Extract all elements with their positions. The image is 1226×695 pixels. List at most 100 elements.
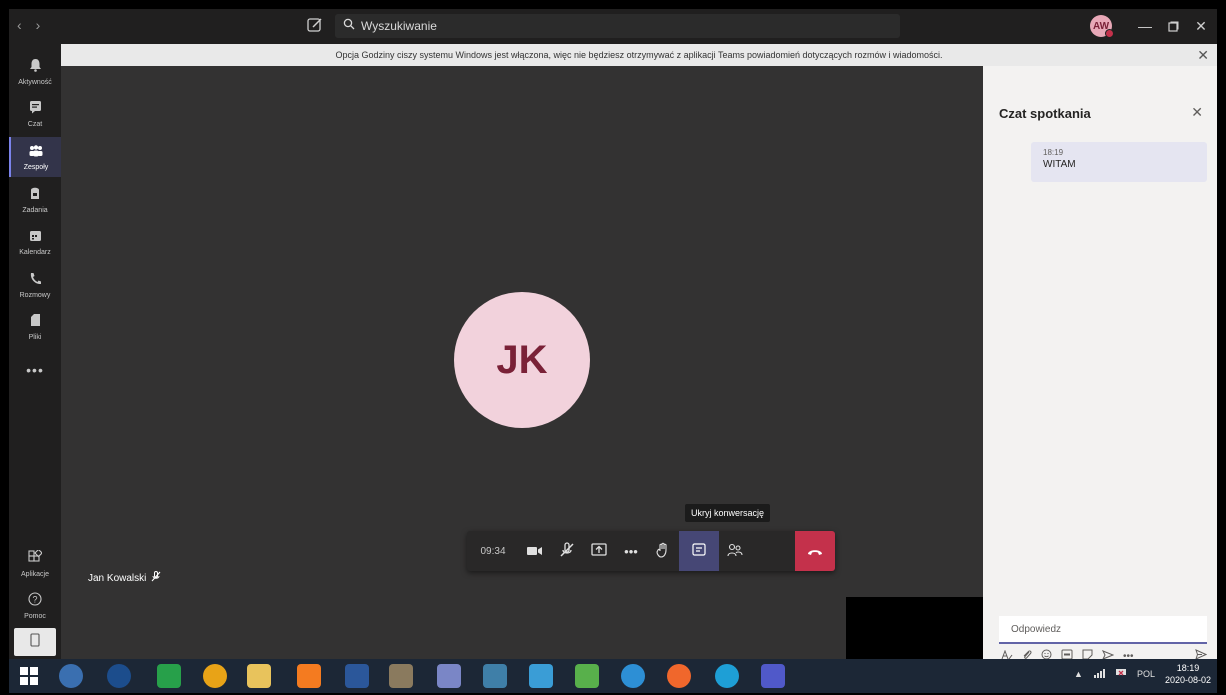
search-placeholder: Wyszukiwanie (361, 19, 437, 33)
hang-up-icon (807, 544, 823, 559)
title-bar: ‹ › Wyszukiwanie AW — ✕ (9, 9, 1217, 44)
new-chat-icon[interactable] (305, 15, 327, 37)
teams-icon (28, 144, 44, 162)
forward-arrow-icon[interactable]: › (36, 17, 41, 33)
self-video-preview (846, 597, 983, 659)
user-avatar[interactable]: AW (1090, 15, 1114, 38)
app-icon-5[interactable] (529, 664, 553, 688)
rail-label: Pliki (28, 334, 42, 341)
rail-item-calls[interactable]: Rozmowy (9, 265, 61, 305)
rail-item-files[interactable]: Pliki (9, 307, 61, 347)
rail-label: Rozmowy (19, 291, 51, 299)
minimize-icon[interactable]: — (1135, 15, 1155, 37)
close-banner-icon[interactable]: ✕ (1197, 47, 1209, 64)
app-icon-6[interactable] (575, 664, 599, 688)
app-icon-1[interactable] (59, 664, 83, 688)
chrome-icon[interactable] (203, 664, 227, 688)
share-screen-button[interactable] (583, 531, 615, 571)
app-icon-4[interactable] (437, 664, 461, 688)
rail-label: Kalendarz (19, 248, 51, 256)
close-window-icon[interactable]: ✕ (1191, 15, 1211, 37)
internet-explorer-icon[interactable] (621, 664, 645, 688)
rail-label: Pomoc (24, 613, 46, 620)
calendar-icon (29, 229, 42, 247)
rail-label: Zadania (22, 207, 48, 214)
language-indicator[interactable]: POL (1137, 669, 1155, 679)
mic-button[interactable] (551, 531, 583, 571)
rail-item-calendar[interactable]: Kalendarz (9, 222, 61, 262)
message-time: 18:19 (1043, 148, 1064, 157)
conversation-icon (692, 542, 706, 560)
apps-icon (28, 548, 43, 569)
more-actions-button[interactable]: ••• (615, 531, 647, 571)
back-arrow-icon[interactable]: ‹ (17, 17, 22, 33)
rail-label: Aktywność (18, 79, 52, 86)
participant-muted-icon (151, 571, 161, 585)
store-icon[interactable] (157, 664, 181, 688)
teams-taskbar-icon[interactable] (761, 664, 785, 688)
hang-up-button[interactable] (795, 531, 835, 571)
history-nav: ‹ › (17, 17, 40, 33)
more-apps-icon[interactable]: ••• (9, 362, 61, 378)
status-dot-icon (1105, 29, 1114, 38)
share-screen-icon (591, 542, 607, 560)
restore-icon[interactable] (1163, 15, 1183, 37)
raise-hand-icon (656, 542, 670, 561)
app-rail: Aktywność Czat Zespoły Zadania Kalendarz… (9, 44, 61, 659)
avast-icon[interactable] (297, 664, 321, 688)
participant-name: Jan Kowalski (88, 572, 147, 584)
mic-muted-icon (559, 541, 575, 561)
rail-label: Aplikacje (20, 571, 49, 578)
help-icon: ? (28, 592, 42, 611)
clock-time: 18:19 (1176, 663, 1200, 673)
camera-button[interactable] (519, 531, 551, 571)
rail-label: Czat (27, 121, 43, 128)
svg-text:?: ? (32, 595, 37, 605)
camera-icon (527, 544, 543, 559)
banner-text: Opcja Godziny ciszy systemu Windows jest… (335, 50, 943, 60)
word-icon[interactable] (345, 664, 369, 688)
meeting-chat-panel: Czat spotkania ✕ 18:19 WITAM Odpowiedz •… (983, 66, 1217, 662)
raise-hand-button[interactable] (647, 531, 679, 571)
call-timer: 09:34 (480, 545, 506, 557)
mobile-device-icon (30, 632, 40, 652)
edge-icon[interactable] (715, 664, 739, 688)
files-icon (30, 313, 41, 332)
clock[interactable]: 18:19 2020-08-02 (1165, 662, 1211, 686)
app-icon-2[interactable] (107, 664, 131, 688)
rail-item-activity[interactable]: Aktywność (9, 52, 61, 92)
tray-chevron-icon[interactable]: ▲ (1074, 669, 1083, 679)
windows-start-icon[interactable] (17, 664, 41, 688)
phone-icon (29, 272, 41, 290)
close-chat-icon[interactable]: ✕ (1191, 104, 1203, 121)
chat-title: Czat spotkania (999, 106, 1091, 121)
reply-input[interactable]: Odpowiedz (999, 616, 1207, 644)
participant-name-tag: Jan Kowalski (88, 571, 161, 585)
firefox-icon[interactable] (667, 664, 691, 688)
paint-icon[interactable] (483, 664, 507, 688)
chat-icon (29, 100, 42, 119)
chat-message: 18:19 WITAM (1031, 142, 1207, 182)
flag-icon[interactable] (1115, 668, 1127, 681)
network-icon[interactable] (1093, 668, 1105, 680)
rail-item-teams[interactable]: Zespoły (9, 137, 61, 177)
rail-label: Zespoły (23, 163, 49, 171)
rail-item-tasks[interactable]: Zadania (9, 180, 61, 220)
clock-date: 2020-08-02 (1164, 675, 1211, 685)
app-icon-3[interactable] (389, 664, 413, 688)
rail-item-chat[interactable]: Czat (9, 94, 61, 134)
show-conversation-button[interactable] (679, 531, 719, 571)
rail-item-apps[interactable]: Aplikacje (9, 544, 61, 584)
system-tray: ▲ POL 18:19 2020-08-02 (1074, 662, 1211, 686)
message-text: WITAM (1043, 159, 1076, 170)
bell-icon (29, 58, 42, 77)
device-button[interactable] (14, 628, 56, 656)
tasks-icon (29, 186, 41, 205)
tooltip: Ukryj konwersację (685, 504, 771, 522)
search-box[interactable]: Wyszukiwanie (335, 14, 900, 38)
reply-placeholder: Odpowiedz (1011, 623, 1062, 635)
participant-initials: JK (496, 337, 548, 382)
participants-button[interactable] (719, 531, 751, 571)
file-explorer-icon[interactable] (247, 664, 271, 688)
rail-item-help[interactable]: ? Pomoc (9, 586, 61, 626)
